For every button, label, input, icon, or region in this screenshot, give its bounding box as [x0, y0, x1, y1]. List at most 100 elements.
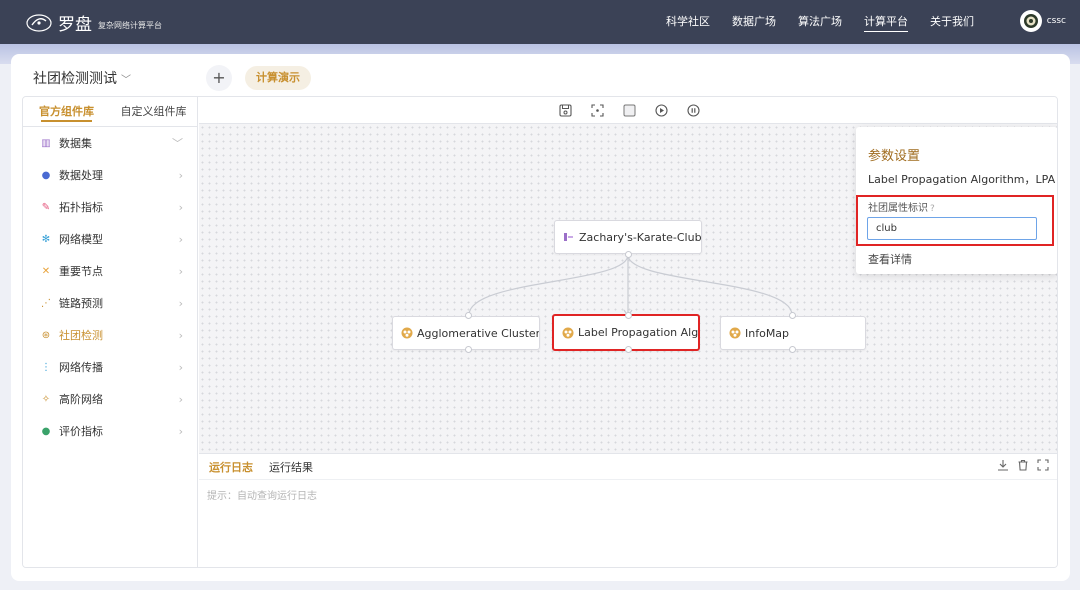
algorithm-name: Label Propagation Algorithm，LPA: [868, 173, 1056, 186]
sidebar-item[interactable]: ✎ 拓扑指标 ›: [23, 191, 197, 223]
run-icon[interactable]: [654, 103, 668, 117]
field-label: 社团属性标识?: [868, 199, 935, 214]
project-selector[interactable]: 社团检测测试 ﹀: [33, 68, 131, 88]
component-library: 官方组件库 自定义组件库 ▥ 数据集 ﹀ ● 数据处理 › ✎ 拓扑指标 › ✻ 网络模型 › ✕ 重要节…: [23, 97, 198, 567]
sidebar-item-label: 数据集: [59, 137, 92, 150]
download-icon[interactable]: [997, 459, 1009, 471]
sidebar-item-label: 评价指标: [59, 425, 103, 438]
node-port[interactable]: [625, 251, 632, 258]
gear-icon: ✻: [41, 233, 51, 245]
chevron-right-icon: ›: [178, 232, 183, 246]
node-label: InfoMap: [745, 326, 790, 340]
nav-compute-platform[interactable]: 计算平台: [864, 0, 908, 44]
node-karate-club[interactable]: Zachary's-Karate-Club: [554, 220, 702, 254]
main-card: 社团检测测试 ﹀ + 计算演示 官方组件库 自定义组件库 ▥ 数据集 ﹀ ● 数据处理 ›…: [11, 54, 1070, 581]
sidebar-item[interactable]: ✧ 高阶网络 ›: [23, 383, 197, 415]
chevron-right-icon: ›: [178, 392, 183, 406]
trash-icon[interactable]: [1017, 459, 1029, 471]
sidebar-item[interactable]: ● 数据处理 ›: [23, 159, 197, 191]
community-icon: ⊛: [41, 329, 51, 341]
nav-science-community[interactable]: 科学社区: [666, 0, 710, 44]
database-icon: ▥: [41, 137, 51, 149]
sidebar-item[interactable]: ⊛ 社团检测 ›: [23, 319, 197, 351]
node-label: Agglomerative Clustering: [417, 326, 540, 340]
metric-icon: ●: [41, 425, 51, 437]
brand-subtitle: 复杂网络计算平台: [98, 20, 162, 30]
nav-data-plaza[interactable]: 数据广场: [732, 0, 776, 44]
component-category-list: ▥ 数据集 ﹀ ● 数据处理 › ✎ 拓扑指标 › ✻ 网络模型 › ✕ 重要节点 › ⋰ 链路预测 › ⊛ 社团检测…: [23, 127, 197, 447]
avatar[interactable]: [1019, 10, 1042, 32]
seal-icon: [1023, 14, 1038, 28]
chevron-right-icon: ›: [178, 168, 183, 182]
node-agglomerative-clustering[interactable]: Agglomerative Clustering: [392, 316, 540, 350]
spread-icon: ⋮: [41, 361, 51, 373]
user-menu[interactable]: cssc: [1019, 10, 1066, 32]
log-panel: 运行日志 运行结果 提示：自动查询运行日志: [199, 453, 1057, 567]
database-icon: [564, 233, 573, 241]
node-port[interactable]: [789, 312, 796, 319]
pause-icon[interactable]: [686, 103, 700, 117]
community-icon: [562, 327, 574, 338]
community-attribute-field: 社团属性标识?: [856, 195, 1054, 246]
tab-run-log[interactable]: 运行日志: [209, 459, 253, 475]
add-project-button[interactable]: +: [206, 65, 232, 91]
cross-icon: ✕: [41, 265, 51, 277]
sidebar-item-label: 链路预测: [59, 297, 103, 310]
node-port[interactable]: [789, 346, 796, 353]
sidebar-item-label: 拓扑指标: [59, 201, 103, 214]
node-label: Zachary's-Karate-Club: [579, 230, 702, 244]
panel-title: 参数设置: [868, 149, 921, 164]
compass-logo-icon: [26, 13, 52, 32]
edge-dataset-to-agglomerative: [468, 254, 629, 316]
sidebar-item-label: 数据处理: [59, 169, 103, 182]
view-details-link[interactable]: 查看详情: [868, 251, 912, 267]
sidebar-item-label: 网络传播: [59, 361, 103, 374]
fullscreen-icon[interactable]: [1037, 459, 1049, 471]
node-port[interactable]: [465, 312, 472, 319]
chevron-right-icon: ›: [178, 296, 183, 310]
workspace: 官方组件库 自定义组件库 ▥ 数据集 ﹀ ● 数据处理 › ✎ 拓扑指标 › ✻ 网络模型 › ✕ 重要节…: [22, 96, 1058, 568]
globe-icon: ●: [41, 169, 51, 181]
sidebar-item[interactable]: ⋰ 链路预测 ›: [23, 287, 197, 319]
nav-about-us[interactable]: 关于我们: [930, 0, 974, 44]
hyper-icon: ✧: [41, 393, 51, 405]
user-name: cssc: [1046, 16, 1066, 26]
select-box-icon[interactable]: [622, 103, 636, 117]
project-name: 社团检测测试: [33, 71, 117, 87]
compute-demo-button[interactable]: 计算演示: [245, 66, 311, 90]
node-port[interactable]: [465, 346, 472, 353]
canvas-area: Zachary's-Karate-Club Agglomerative Clus…: [199, 97, 1057, 453]
log-hint: 提示：自动查询运行日志: [207, 491, 317, 502]
sidebar-item-label: 高阶网络: [59, 393, 103, 406]
chevron-right-icon: ›: [178, 424, 183, 438]
community-icon: [401, 327, 413, 339]
brand-logo[interactable]: 罗盘 复杂网络计算平台: [26, 10, 162, 35]
community-attribute-input[interactable]: [867, 217, 1037, 240]
brand-title: 罗盘: [58, 15, 92, 35]
edge-dataset-to-infomap: [627, 254, 793, 316]
tab-official-components[interactable]: 官方组件库: [23, 97, 110, 126]
node-port[interactable]: [625, 346, 632, 353]
node-infomap[interactable]: InfoMap: [720, 316, 866, 350]
node-label: Label Propagation Algorithm: [578, 326, 699, 339]
sidebar-item[interactable]: ✕ 重要节点 ›: [23, 255, 197, 287]
sidebar-item[interactable]: ✻ 网络模型 ›: [23, 223, 197, 255]
save-icon[interactable]: [558, 103, 572, 117]
sidebar-item-label: 重要节点: [59, 265, 103, 278]
nav-algorithm-plaza[interactable]: 算法广场: [798, 0, 842, 44]
field-label-text: 社团属性标识: [868, 203, 928, 214]
chevron-right-icon: ›: [178, 200, 183, 214]
chevron-right-icon: ›: [178, 328, 183, 342]
fit-view-icon[interactable]: [590, 103, 604, 117]
sidebar-item[interactable]: ▥ 数据集 ﹀: [23, 127, 197, 159]
community-icon: [729, 327, 741, 339]
sidebar-item[interactable]: ● 评价指标 ›: [23, 415, 197, 447]
tab-custom-components[interactable]: 自定义组件库: [110, 97, 197, 126]
chevron-right-icon: ›: [178, 264, 183, 278]
sidebar-item[interactable]: ⋮ 网络传播 ›: [23, 351, 197, 383]
tab-run-results[interactable]: 运行结果: [269, 459, 313, 475]
chevron-down-icon: ﹀: [121, 74, 131, 86]
node-port[interactable]: [625, 312, 632, 319]
help-icon[interactable]: ?: [930, 204, 935, 214]
canvas-toolbar: [199, 97, 1057, 124]
